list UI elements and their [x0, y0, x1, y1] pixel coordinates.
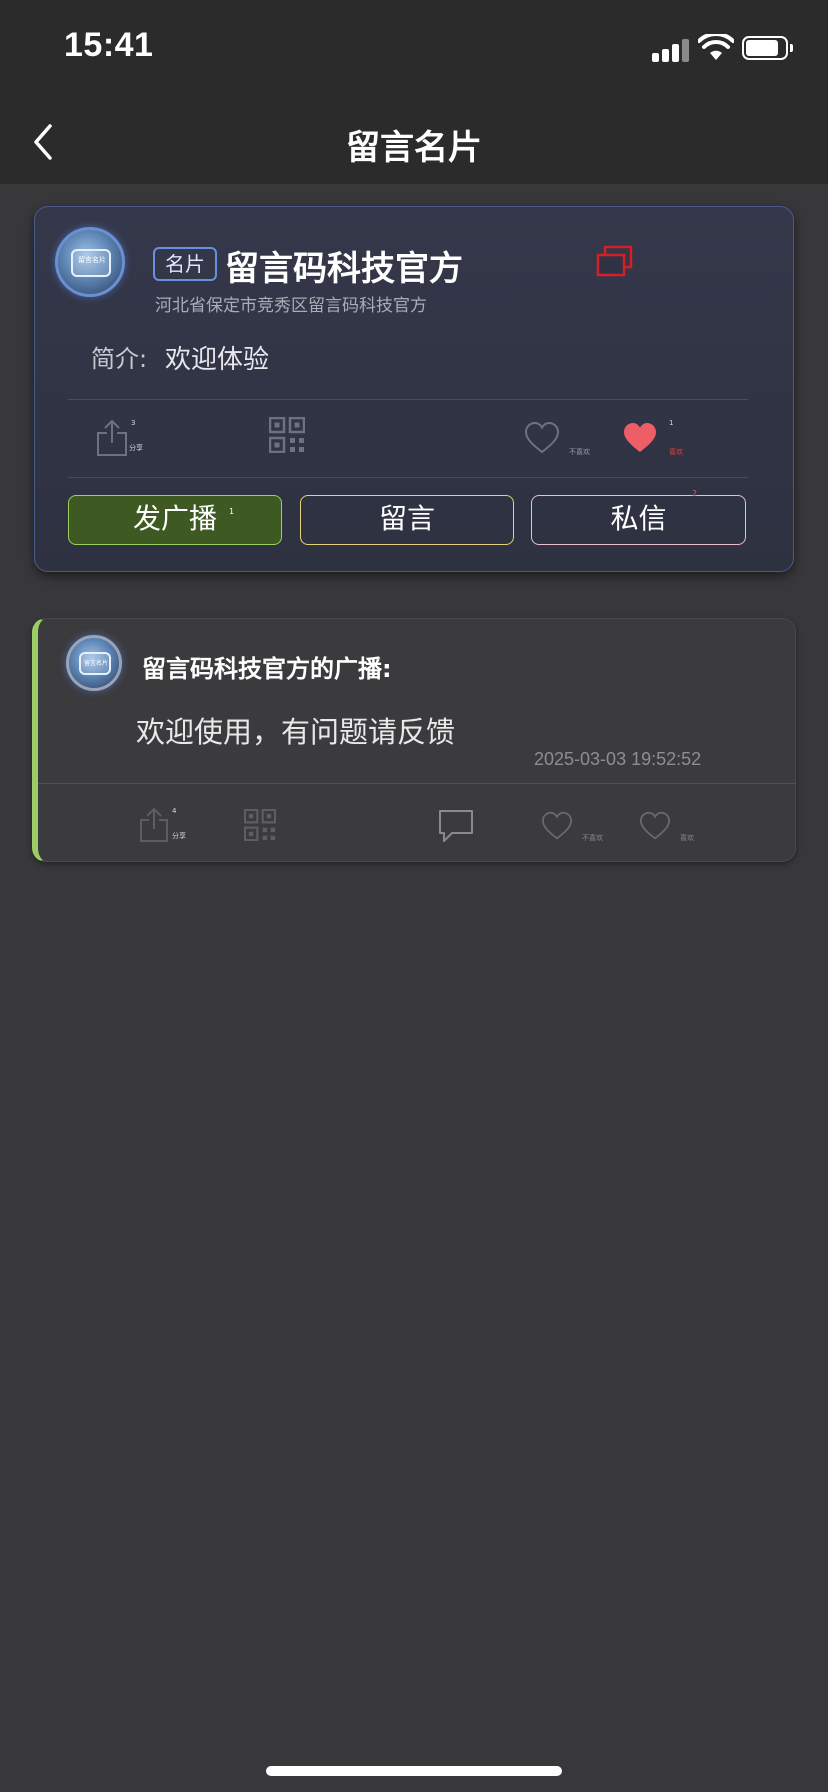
heart-filled-icon	[624, 423, 656, 452]
home-indicator	[266, 1766, 562, 1776]
divider	[68, 399, 748, 400]
profile-card: 留言名片 名片 留言码科技官方 河北省保定市竞秀区留言码科技官方 简介: 欢迎体…	[34, 206, 794, 572]
message-button[interactable]: 留言	[300, 495, 514, 545]
share-count: 4	[172, 807, 177, 815]
page-title: 留言名片	[346, 128, 482, 168]
divider	[38, 783, 796, 784]
copy-icon[interactable]	[595, 245, 635, 279]
qr-code-icon[interactable]	[269, 417, 305, 453]
share-label: 分享	[172, 832, 186, 840]
like-label: 喜欢	[680, 834, 694, 842]
heart-outline-icon	[524, 421, 560, 454]
status-bar: 15:41	[0, 0, 828, 100]
dislike-label: 不喜欢	[569, 448, 590, 456]
like-button[interactable]: 喜欢	[638, 811, 718, 847]
message-button-label: 留言	[378, 502, 435, 535]
avatar[interactable]: 留言名片	[55, 227, 125, 297]
battery-icon	[742, 36, 793, 60]
intro-text: 欢迎体验	[165, 345, 270, 375]
profile-name: 留言码科技官方	[225, 249, 463, 289]
signal-icon	[652, 38, 692, 62]
profile-action-row: 3 分享 不喜欢 1 喜欢	[35, 417, 795, 477]
broadcast-card[interactable]: 留言名片 留言码科技官方的广播: 欢迎使用，有问题请反馈 2025-03-03 …	[32, 618, 796, 862]
avatar-text: 留言名片	[78, 256, 106, 264]
private-message-count: 2	[692, 489, 698, 498]
nav-bar: 留言名片	[0, 100, 828, 184]
broadcast-timestamp: 2025-03-03 19:52:52	[534, 749, 702, 769]
broadcast-count: 1	[229, 507, 235, 516]
dislike-button[interactable]: 不喜欢	[540, 811, 620, 847]
qr-code-icon[interactable]	[244, 809, 276, 841]
like-label: 喜欢	[669, 448, 683, 456]
heart-outline-icon	[639, 811, 671, 840]
share-label: 分享	[129, 444, 143, 452]
like-count: 1	[669, 419, 674, 427]
heart-outline-icon	[541, 811, 573, 840]
wifi-icon	[698, 34, 734, 60]
broadcast-content: 欢迎使用，有问题请反馈	[136, 715, 456, 749]
share-icon	[140, 807, 168, 842]
avatar[interactable]: 留言名片	[66, 635, 122, 691]
broadcast-button-label: 发广播	[132, 502, 217, 535]
like-button[interactable]: 1 喜欢	[621, 419, 701, 461]
share-count: 3	[131, 419, 136, 427]
intro-label: 简介:	[91, 345, 148, 373]
broadcast-author: 留言码科技官方的广播:	[142, 655, 392, 683]
private-message-label: 私信	[610, 502, 667, 535]
share-button[interactable]: 4 分享	[138, 805, 198, 849]
profile-address: 河北省保定市竞秀区留言码科技官方	[155, 296, 427, 316]
avatar-text: 留言名片	[83, 660, 108, 667]
private-message-button[interactable]: 私信 2	[531, 490, 746, 545]
dislike-button[interactable]: 不喜欢	[523, 421, 603, 461]
dislike-label: 不喜欢	[582, 834, 603, 842]
card-badge: 名片	[153, 247, 217, 281]
share-icon	[97, 419, 127, 456]
comment-icon[interactable]	[438, 809, 474, 843]
share-button[interactable]: 3 分享	[95, 417, 155, 469]
status-time: 15:41	[64, 26, 154, 64]
broadcast-button[interactable]: 发广播 1	[68, 495, 282, 545]
divider	[68, 477, 748, 478]
